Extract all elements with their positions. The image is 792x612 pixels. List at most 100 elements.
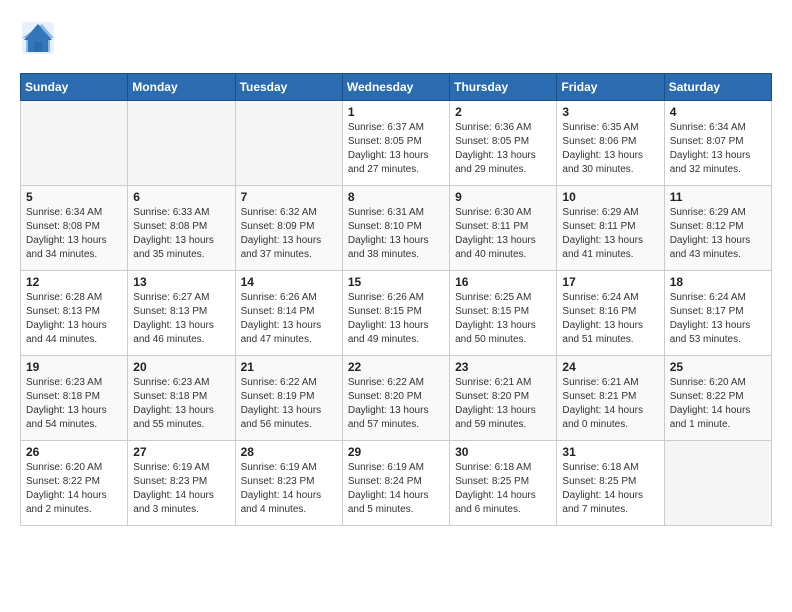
day-info: Sunrise: 6:20 AMSunset: 8:22 PMDaylight:… xyxy=(670,376,766,432)
day-info: Sunrise: 6:24 AMSunset: 8:17 PMDaylight:… xyxy=(670,291,766,347)
day-number: 24 xyxy=(562,360,658,374)
day-number: 14 xyxy=(241,275,337,289)
calendar-cell: 16 Sunrise: 6:25 AMSunset: 8:15 PMDayligh… xyxy=(450,271,557,356)
calendar-cell: 17 Sunrise: 6:24 AMSunset: 8:16 PMDayligh… xyxy=(557,271,664,356)
day-number: 6 xyxy=(133,190,229,204)
calendar-cell: 19 Sunrise: 6:23 AMSunset: 8:18 PMDayligh… xyxy=(21,356,128,441)
calendar-cell: 7 Sunrise: 6:32 AMSunset: 8:09 PMDaylight… xyxy=(235,186,342,271)
calendar-cell: 2 Sunrise: 6:36 AMSunset: 8:05 PMDaylight… xyxy=(450,101,557,186)
day-number: 2 xyxy=(455,105,551,119)
day-number: 29 xyxy=(348,445,444,459)
day-info: Sunrise: 6:26 AMSunset: 8:14 PMDaylight:… xyxy=(241,291,337,347)
calendar-cell: 1Sunrise: 6:37 AMSunset: 8:05 PMDaylight… xyxy=(342,101,449,186)
logo-graphic xyxy=(20,20,56,61)
header xyxy=(20,20,772,61)
day-info: Sunrise: 6:29 AMSunset: 8:12 PMDaylight:… xyxy=(670,206,766,262)
day-number: 5 xyxy=(26,190,122,204)
day-number: 23 xyxy=(455,360,551,374)
day-info: Sunrise: 6:22 AMSunset: 8:20 PMDaylight:… xyxy=(348,376,444,432)
calendar-cell: 20 Sunrise: 6:23 AMSunset: 8:18 PMDayligh… xyxy=(128,356,235,441)
day-number: 22 xyxy=(348,360,444,374)
calendar-table: SundayMondayTuesdayWednesdayThursdayFrid… xyxy=(20,73,772,526)
day-number: 12 xyxy=(26,275,122,289)
day-number: 20 xyxy=(133,360,229,374)
day-number: 26 xyxy=(26,445,122,459)
day-info: Sunrise: 6:30 AMSunset: 8:11 PMDaylight:… xyxy=(455,206,551,262)
weekday-header-thursday: Thursday xyxy=(450,74,557,101)
day-number: 15 xyxy=(348,275,444,289)
calendar-cell: 18 Sunrise: 6:24 AMSunset: 8:17 PMDayligh… xyxy=(664,271,771,356)
calendar-cell: 6 Sunrise: 6:33 AMSunset: 8:08 PMDaylight… xyxy=(128,186,235,271)
calendar-week-2: 5 Sunrise: 6:34 AMSunset: 8:08 PMDaylight… xyxy=(21,186,772,271)
calendar-cell: 12Sunrise: 6:28 AMSunset: 8:13 PMDayligh… xyxy=(21,271,128,356)
calendar-header: SundayMondayTuesdayWednesdayThursdayFrid… xyxy=(21,74,772,101)
calendar-week-3: 12Sunrise: 6:28 AMSunset: 8:13 PMDayligh… xyxy=(21,271,772,356)
logo xyxy=(20,20,60,61)
day-number: 8 xyxy=(348,190,444,204)
calendar-cell: 9 Sunrise: 6:30 AMSunset: 8:11 PMDaylight… xyxy=(450,186,557,271)
calendar-cell: 11 Sunrise: 6:29 AMSunset: 8:12 PMDayligh… xyxy=(664,186,771,271)
day-info: Sunrise: 6:36 AMSunset: 8:05 PMDaylight:… xyxy=(455,121,551,177)
day-info: Sunrise: 6:19 AMSunset: 8:24 PMDaylight:… xyxy=(348,461,444,517)
calendar-cell: 14 Sunrise: 6:26 AMSunset: 8:14 PMDayligh… xyxy=(235,271,342,356)
day-number: 9 xyxy=(455,190,551,204)
day-number: 11 xyxy=(670,190,766,204)
calendar-cell: 15Sunrise: 6:26 AMSunset: 8:15 PMDayligh… xyxy=(342,271,449,356)
calendar-cell: 25 Sunrise: 6:20 AMSunset: 8:22 PMDayligh… xyxy=(664,356,771,441)
calendar-week-5: 26 Sunrise: 6:20 AMSunset: 8:22 PMDayligh… xyxy=(21,441,772,526)
weekday-header-friday: Friday xyxy=(557,74,664,101)
day-info: Sunrise: 6:21 AMSunset: 8:20 PMDaylight:… xyxy=(455,376,551,432)
calendar-week-1: 1Sunrise: 6:37 AMSunset: 8:05 PMDaylight… xyxy=(21,101,772,186)
calendar-cell: 24 Sunrise: 6:21 AMSunset: 8:21 PMDayligh… xyxy=(557,356,664,441)
day-number: 25 xyxy=(670,360,766,374)
calendar-cell: 29 Sunrise: 6:19 AMSunset: 8:24 PMDayligh… xyxy=(342,441,449,526)
weekday-header-tuesday: Tuesday xyxy=(235,74,342,101)
day-number: 10 xyxy=(562,190,658,204)
weekday-header-saturday: Saturday xyxy=(664,74,771,101)
day-number: 31 xyxy=(562,445,658,459)
weekday-header-row: SundayMondayTuesdayWednesdayThursdayFrid… xyxy=(21,74,772,101)
day-info: Sunrise: 6:32 AMSunset: 8:09 PMDaylight:… xyxy=(241,206,337,262)
calendar-cell: 21Sunrise: 6:22 AMSunset: 8:19 PMDayligh… xyxy=(235,356,342,441)
calendar-cell: 28 Sunrise: 6:19 AMSunset: 8:23 PMDayligh… xyxy=(235,441,342,526)
day-info: Sunrise: 6:25 AMSunset: 8:15 PMDaylight:… xyxy=(455,291,551,347)
calendar-body: 1Sunrise: 6:37 AMSunset: 8:05 PMDaylight… xyxy=(21,101,772,526)
weekday-header-sunday: Sunday xyxy=(21,74,128,101)
calendar-cell: 31 Sunrise: 6:18 AMSunset: 8:25 PMDayligh… xyxy=(557,441,664,526)
day-number: 28 xyxy=(241,445,337,459)
day-info: Sunrise: 6:34 AMSunset: 8:07 PMDaylight:… xyxy=(670,121,766,177)
day-info: Sunrise: 6:29 AMSunset: 8:11 PMDaylight:… xyxy=(562,206,658,262)
day-info: Sunrise: 6:24 AMSunset: 8:16 PMDaylight:… xyxy=(562,291,658,347)
day-number: 16 xyxy=(455,275,551,289)
calendar-cell: 5 Sunrise: 6:34 AMSunset: 8:08 PMDaylight… xyxy=(21,186,128,271)
day-number: 7 xyxy=(241,190,337,204)
day-info: Sunrise: 6:18 AMSunset: 8:25 PMDaylight:… xyxy=(562,461,658,517)
day-info: Sunrise: 6:19 AMSunset: 8:23 PMDaylight:… xyxy=(241,461,337,517)
calendar-cell: 8 Sunrise: 6:31 AMSunset: 8:10 PMDaylight… xyxy=(342,186,449,271)
calendar-cell xyxy=(664,441,771,526)
day-info: Sunrise: 6:35 AMSunset: 8:06 PMDaylight:… xyxy=(562,121,658,177)
day-info: Sunrise: 6:31 AMSunset: 8:10 PMDaylight:… xyxy=(348,206,444,262)
day-info: Sunrise: 6:23 AMSunset: 8:18 PMDaylight:… xyxy=(26,376,122,432)
calendar-cell: 10 Sunrise: 6:29 AMSunset: 8:11 PMDayligh… xyxy=(557,186,664,271)
day-info: Sunrise: 6:34 AMSunset: 8:08 PMDaylight:… xyxy=(26,206,122,262)
day-info: Sunrise: 6:21 AMSunset: 8:21 PMDaylight:… xyxy=(562,376,658,432)
weekday-header-wednesday: Wednesday xyxy=(342,74,449,101)
calendar-cell: 27Sunrise: 6:19 AMSunset: 8:23 PMDayligh… xyxy=(128,441,235,526)
calendar-cell: 4Sunrise: 6:34 AMSunset: 8:07 PMDaylight… xyxy=(664,101,771,186)
day-info: Sunrise: 6:20 AMSunset: 8:22 PMDaylight:… xyxy=(26,461,122,517)
day-info: Sunrise: 6:22 AMSunset: 8:19 PMDaylight:… xyxy=(241,376,337,432)
day-number: 18 xyxy=(670,275,766,289)
day-info: Sunrise: 6:37 AMSunset: 8:05 PMDaylight:… xyxy=(348,121,444,177)
day-info: Sunrise: 6:19 AMSunset: 8:23 PMDaylight:… xyxy=(133,461,229,517)
calendar-cell: 13Sunrise: 6:27 AMSunset: 8:13 PMDayligh… xyxy=(128,271,235,356)
day-info: Sunrise: 6:33 AMSunset: 8:08 PMDaylight:… xyxy=(133,206,229,262)
weekday-header-monday: Monday xyxy=(128,74,235,101)
calendar-cell: 22 Sunrise: 6:22 AMSunset: 8:20 PMDayligh… xyxy=(342,356,449,441)
day-info: Sunrise: 6:27 AMSunset: 8:13 PMDaylight:… xyxy=(133,291,229,347)
calendar-cell xyxy=(235,101,342,186)
calendar-cell: 3Sunrise: 6:35 AMSunset: 8:06 PMDaylight… xyxy=(557,101,664,186)
day-number: 19 xyxy=(26,360,122,374)
day-number: 17 xyxy=(562,275,658,289)
day-info: Sunrise: 6:23 AMSunset: 8:18 PMDaylight:… xyxy=(133,376,229,432)
